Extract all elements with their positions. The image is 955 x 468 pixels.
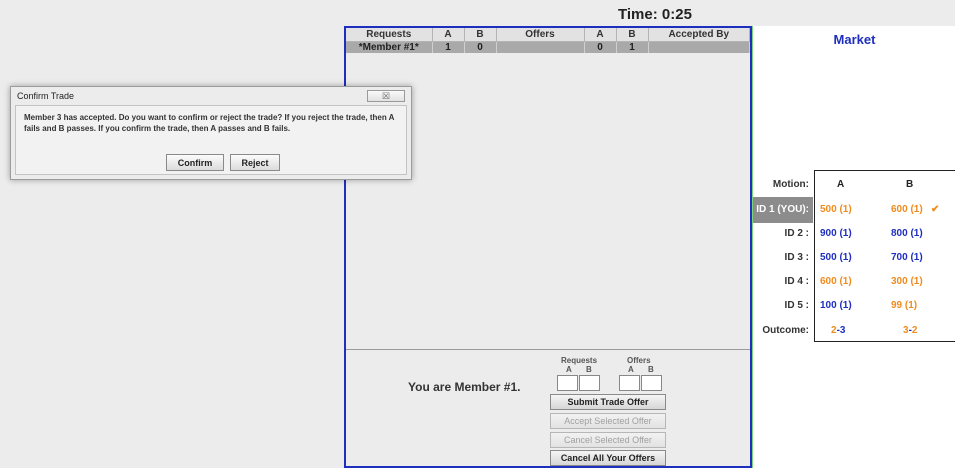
requests-a-label: A — [566, 365, 572, 374]
cell-requests-a: 1 — [432, 41, 465, 53]
market-value-a: 600 (1) — [820, 276, 852, 287]
dialog-body: Member 3 has accepted. Do you want to co… — [15, 105, 407, 175]
market-row-id3: ID 3 : 500 (1) 700 (1) — [753, 245, 955, 271]
market-value-a: 900 (1) — [820, 228, 852, 239]
market-id-label: ID 1 (YOU): — [753, 197, 813, 223]
confirm-trade-dialog: Confirm Trade ☒ Member 3 has accepted. D… — [10, 86, 412, 180]
outcome-a: 2-3 — [831, 318, 845, 344]
market-value-b: 700 (1) — [891, 252, 923, 263]
cancel-selected-offer-button[interactable]: Cancel Selected Offer — [550, 432, 666, 448]
cell-offers-a: 0 — [584, 41, 617, 53]
market-row-id5: ID 5 : 100 (1) 99 (1) — [753, 293, 955, 319]
col-requests-a: A — [432, 28, 465, 42]
dialog-title: Confirm Trade — [17, 91, 75, 101]
cell-requests: *Member #1* — [346, 41, 433, 53]
market-row-id4: ID 4 : 600 (1) 300 (1) — [753, 269, 955, 295]
check-icon: ✔ — [931, 204, 940, 215]
requests-label: Requests — [561, 356, 598, 365]
member-label: You are Member #1. — [408, 380, 521, 394]
cancel-all-offers-button[interactable]: Cancel All Your Offers — [550, 450, 666, 466]
submit-trade-offer-button[interactable]: Submit Trade Offer — [550, 394, 666, 410]
offers-label: Offers — [627, 356, 651, 365]
market-col-a: A — [837, 179, 845, 190]
dialog-message: Member 3 has accepted. Do you want to co… — [24, 113, 395, 133]
motion-label: Motion: — [772, 179, 809, 190]
market-value-b: 300 (1) — [891, 276, 923, 287]
table-row[interactable]: *Member #1* 1 0 0 1 — [346, 41, 750, 53]
market-id-label: ID 3 : — [784, 252, 809, 263]
cell-requests-b: 0 — [464, 41, 497, 53]
cell-accepted-by — [648, 41, 750, 53]
market-col-b: B — [906, 179, 914, 190]
timer: Time: 0:25 — [618, 6, 692, 23]
outcome-b-right: 2 — [911, 325, 918, 336]
trade-table: Requests A B Offers A B Accepted By *Mem… — [346, 28, 750, 53]
reject-button[interactable]: Reject — [230, 154, 280, 171]
offer-a-input[interactable] — [619, 375, 640, 391]
request-b-input[interactable] — [579, 375, 600, 391]
close-icon[interactable]: ☒ — [367, 90, 405, 102]
market-value-a: 100 (1) — [820, 300, 852, 311]
col-requests: Requests — [346, 28, 433, 42]
market-id-label: ID 4 : — [784, 276, 809, 287]
request-a-input[interactable] — [557, 375, 578, 391]
outcome-label: Outcome: — [762, 325, 809, 336]
col-accepted-by: Accepted By — [648, 28, 750, 42]
col-offers-a: A — [584, 28, 617, 42]
offers-b-label: B — [648, 365, 654, 374]
cell-offers-b: 1 — [616, 41, 649, 53]
motion-header-row: Motion: A B — [753, 172, 955, 198]
col-offers-b: B — [616, 28, 649, 42]
accept-selected-offer-button[interactable]: Accept Selected Offer — [550, 413, 666, 429]
market-value-b: 99 (1) — [891, 300, 918, 311]
cell-offers — [496, 41, 585, 53]
offers-a-label: A — [628, 365, 634, 374]
market-value-a: 500 (1) — [820, 252, 852, 263]
market-panel: Market Motion: A B ID 1 (YOU): 500 (1) 6… — [752, 26, 955, 468]
market-id-label: ID 2 : — [784, 228, 809, 239]
col-requests-b: B — [464, 28, 497, 42]
trade-form: You are Member #1. Requests Offers A B A… — [346, 350, 750, 466]
outcome-row: Outcome: 2-3 3-2 — [753, 318, 955, 344]
requests-b-label: B — [586, 365, 592, 374]
market-id-label: ID 5 : — [784, 300, 809, 311]
market-row-id1: ID 1 (YOU): 500 (1) 600 (1) ✔ — [753, 197, 955, 223]
market-value-a: 500 (1) — [820, 204, 852, 215]
market-title: Market — [833, 32, 876, 47]
col-offers: Offers — [496, 28, 585, 42]
confirm-button[interactable]: Confirm — [166, 154, 224, 171]
market-value-b: 600 (1) — [891, 204, 923, 215]
trade-table-area: Requests A B Offers A B Accepted By *Mem… — [346, 28, 750, 350]
outcome-a-right: 3 — [839, 325, 846, 336]
outcome-b: 3-2 — [903, 318, 917, 344]
offer-b-input[interactable] — [641, 375, 662, 391]
market-row-id2: ID 2 : 900 (1) 800 (1) — [753, 221, 955, 247]
market-value-b: 800 (1) — [891, 228, 923, 239]
